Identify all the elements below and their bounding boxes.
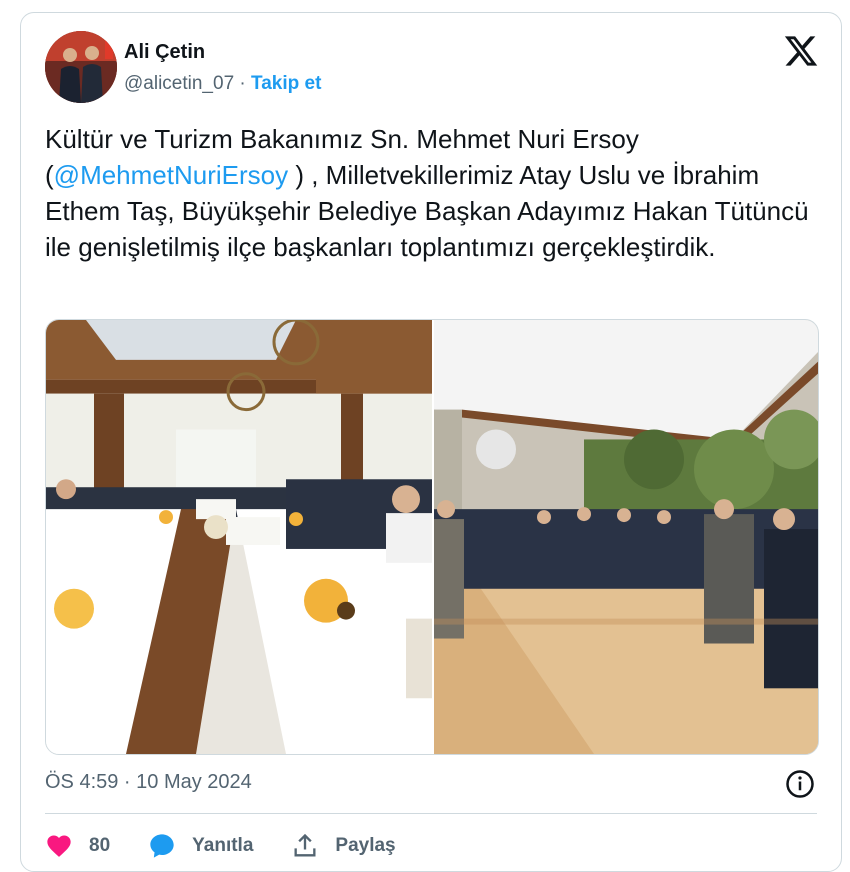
divider [45, 813, 817, 814]
author-handle-row: @alicetin_07 · Takip et [124, 73, 321, 95]
tweet-timestamp[interactable]: ÖS 4:59 · 10 May 2024 [45, 771, 252, 794]
photo-group-terrace[interactable] [434, 320, 818, 754]
author-name[interactable]: Ali Çetin [124, 41, 205, 64]
action-bar: 80 Yanıtla Paylaş [45, 828, 434, 864]
tweet-text: Kültür ve Turizm Bakanımız Sn. Mehmet Nu… [45, 121, 825, 265]
reply-label: Yanıtla [192, 835, 254, 856]
author-handle[interactable]: @alicetin_07 [124, 73, 234, 94]
x-logo-icon[interactable] [783, 33, 819, 69]
info-icon[interactable] [785, 769, 815, 799]
avatar[interactable] [45, 31, 117, 103]
speech-bubble-icon [150, 834, 174, 858]
photo-meeting-room[interactable] [46, 320, 432, 754]
media-grid [45, 319, 819, 755]
like-button[interactable]: 80 [45, 832, 110, 860]
follow-button[interactable]: Takip et [251, 73, 321, 94]
reply-button[interactable]: Yanıtla [148, 832, 253, 860]
separator-dot: · [239, 73, 246, 94]
share-upload-icon [294, 833, 316, 857]
like-count: 80 [89, 835, 111, 856]
mention-link[interactable]: @MehmetNuriErsoy [54, 160, 288, 190]
share-label: Paylaş [335, 835, 396, 856]
heart-icon [47, 835, 71, 857]
tweet-card: Ali Çetin @alicetin_07 · Takip et Kültür… [20, 12, 842, 872]
share-button[interactable]: Paylaş [291, 832, 396, 860]
